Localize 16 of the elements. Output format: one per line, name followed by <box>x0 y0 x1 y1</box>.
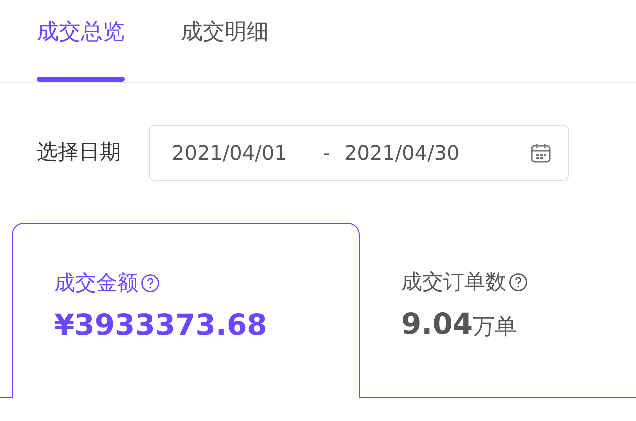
range-separator: - <box>323 140 330 167</box>
date-label: 选择日期 <box>37 139 121 166</box>
tab[interactable]: 成交总览 <box>37 0 125 83</box>
metric-label: 成交订单数 <box>402 269 506 296</box>
metric-value: 9.04万单 <box>402 306 518 342</box>
metric-card[interactable]: 成交订单数 9.04万单 <box>360 223 636 398</box>
calendar-icon[interactable] <box>530 142 552 164</box>
start-date: 2021/04/01 <box>172 140 288 167</box>
metric-card[interactable]: 成交金额 ¥3933373.68 <box>12 223 360 398</box>
end-date: 2021/04/30 <box>344 140 460 167</box>
metric-label: 成交金额 <box>54 270 138 297</box>
tab[interactable]: 成交明细 <box>181 0 269 83</box>
help-icon[interactable] <box>508 273 528 292</box>
help-icon[interactable] <box>140 274 160 294</box>
date-range-field[interactable]: 2021/04/01 - 2021/04/30 <box>149 125 569 181</box>
metric-value: ¥3933373.68 <box>54 306 268 344</box>
